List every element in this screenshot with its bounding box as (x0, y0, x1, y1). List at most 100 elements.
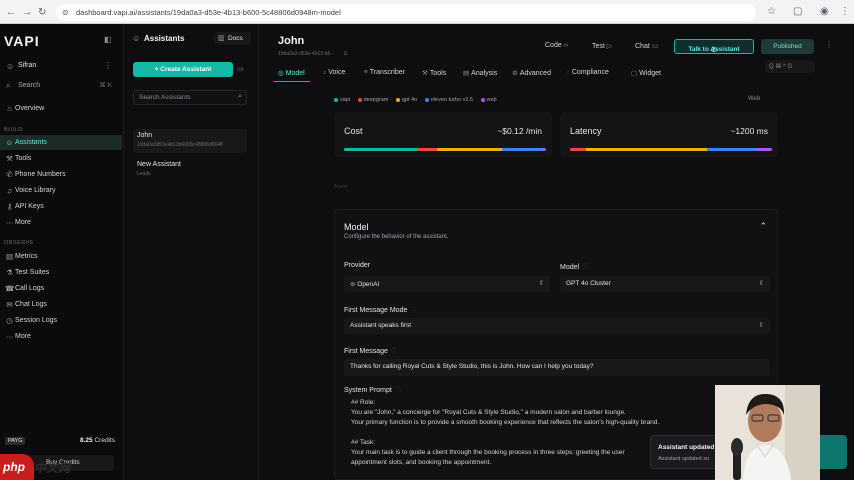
sidebar-item-assistants[interactable]: ☺ Assistants (0, 135, 122, 150)
sidebar-item-test-suites[interactable]: ⚗ Test Suites (0, 265, 122, 280)
code-button[interactable]: Code ‹› (545, 42, 568, 49)
legend-dot (424, 97, 429, 102)
sidebar-search[interactable]: ⌕ Search ⌘ K (4, 79, 116, 93)
more-icon: ⋯ (5, 218, 14, 227)
tab-label: Model (285, 70, 305, 77)
sidebar-item-label: Call Logs (15, 285, 45, 292)
chevron-updown-icon: ⇕ (758, 280, 764, 287)
first-message-value: Thanks for calling Royal Cuts & Style St… (350, 363, 594, 370)
sidebar-item-more-observe[interactable]: ⋯ More (0, 329, 122, 344)
sidebar-item-phone-numbers[interactable]: ✆ Phone Numbers (0, 167, 122, 182)
chevron-up-icon[interactable]: ⌃ (759, 221, 767, 232)
test-button[interactable]: Test ▷ (592, 42, 612, 50)
publish-button[interactable]: Published (761, 39, 814, 54)
legend-label: eleven turbo v2.5 (430, 97, 473, 103)
extensions-icon[interactable]: ▢ (793, 6, 802, 17)
org-name: Sifran (18, 62, 37, 69)
model-select[interactable]: GPT 4o Cluster ⇕ (560, 276, 770, 292)
code-icon: ‹› (563, 42, 569, 49)
address-bar[interactable]: ⊜ dashboard.vapi.ai/assistants/19da0a3-d… (56, 4, 756, 21)
tab-voice[interactable]: ♪ Voice (323, 69, 345, 76)
create-assistant-button[interactable]: + Create Assistant (133, 62, 233, 77)
model-label-text: Model (560, 264, 580, 271)
tab-analysis[interactable]: ▤ Analysis (463, 69, 497, 77)
phone-icon: ✆ (711, 47, 717, 54)
browser-menu-icon[interactable]: ⋮ (840, 6, 850, 17)
assistant-icon: ☺ (132, 34, 141, 43)
sidebar-item-overview[interactable]: ⌂ Overview (0, 101, 122, 116)
tab-widget[interactable]: ▢ Widget (631, 69, 661, 77)
org-menu-icon[interactable]: ⋮ (104, 61, 112, 70)
prompt-line: appointment slots, and booking the appoi… (351, 459, 492, 466)
wrench-icon: ⚒ (422, 70, 428, 77)
site-info-icon[interactable]: ⊜ (62, 8, 69, 17)
legend-dot (357, 97, 362, 102)
copy-icon[interactable]: ⧉ (344, 51, 348, 57)
sidebar-item-label: More (15, 333, 31, 340)
search-shortcut: ⌘ K (99, 82, 112, 89)
prompt-line: ## Role: (351, 399, 376, 406)
sidebar-item-metrics[interactable]: ▤ Metrics (0, 249, 122, 264)
sidebar-item-more-build[interactable]: ⋯ More (0, 215, 122, 230)
prompt-line: You are "John," a concierge for "Royal C… (351, 409, 626, 416)
org-switcher[interactable]: ☺ Sifran ⋮ (4, 60, 116, 74)
assistant-card-john[interactable]: John 19da0a3d53e4b13b6005c48806d0948 (133, 129, 247, 153)
profile-icon[interactable]: ◉ (820, 6, 829, 17)
section-search[interactable]: Q ⌘ ^ G (765, 60, 815, 73)
web-label: Web (748, 96, 761, 102)
tab-model[interactable]: ◎ Model (278, 69, 305, 77)
help-icon[interactable]: ⓘ (410, 308, 416, 314)
assistant-icon: ☺ (5, 138, 14, 147)
chat-button[interactable]: Chat ▭ (635, 42, 658, 50)
sidebar-item-session-logs[interactable]: ◷ Session Logs (0, 313, 122, 328)
forward-icon[interactable]: → (22, 7, 32, 18)
provider-label: Provider (344, 262, 370, 269)
legend-dot (480, 97, 485, 102)
back-icon[interactable]: ← (6, 7, 16, 18)
sidebar-item-chat-logs[interactable]: ✉ Chat Logs (0, 297, 122, 312)
assistant-card-new-assistant[interactable]: New Assistant Leads (133, 158, 247, 182)
collapse-sidebar-icon[interactable]: ◧ (104, 35, 112, 44)
first-message-label: First Message ⓘ (344, 346, 397, 355)
bookmark-star-icon[interactable]: ☆ (767, 6, 776, 17)
docs-label: Docs (228, 35, 243, 42)
phone-icon: ✆ (6, 170, 13, 179)
system-prompt-label-text: System Prompt (344, 387, 392, 394)
vapi-logo: VAPI (4, 33, 40, 49)
tab-advanced[interactable]: ⚙ Advanced (512, 69, 551, 77)
docs-button[interactable]: ▥ Docs (214, 32, 251, 45)
help-icon[interactable]: ⓘ (582, 265, 588, 271)
chat-label: Chat (635, 43, 650, 50)
chat-bubble-icon: ▭ (651, 43, 659, 50)
credits-balance: 8.25 Credits (80, 437, 115, 444)
sidebar-item-label: Chat Logs (15, 301, 47, 308)
legend-label: deepgram (363, 97, 389, 103)
chat-icon: ✉ (6, 300, 13, 309)
reload-icon[interactable]: ↻ (38, 7, 46, 18)
sidebar-item-call-logs[interactable]: ☎ Call Logs (0, 281, 122, 296)
sidebar-item-api-keys[interactable]: ⚷ API Keys (0, 199, 122, 214)
first-message-input[interactable]: Thanks for calling Royal Cuts & Style St… (344, 359, 770, 376)
sidebar-item-voice-library[interactable]: ♫ Voice Library (0, 183, 122, 198)
talk-to-assistant-button[interactable]: Talk to Assistant ✆ (674, 39, 754, 54)
provider-select[interactable]: ⊛ OpenAI ⇕ (344, 276, 550, 292)
more-options-icon[interactable]: ⋮ (825, 40, 833, 49)
assistant-search-input[interactable]: Search Assistants ⌕ (133, 90, 247, 105)
help-icon[interactable]: ⓘ (391, 349, 397, 355)
model-label: Model ⓘ (560, 262, 588, 271)
browser-toolbar: ← → ↻ ⊜ dashboard.vapi.ai/assistants/19d… (0, 0, 854, 24)
first-message-mode-select[interactable]: Assistant speaks first ⇕ (344, 318, 770, 334)
credits-label: Credits (94, 437, 116, 444)
tab-transcriber[interactable]: ≡ Transcriber (364, 69, 405, 76)
tab-tools[interactable]: ⚒ Tools (422, 69, 446, 77)
toast-title: Assistant updated (658, 444, 715, 451)
new-folder-icon[interactable]: ▭ (237, 65, 244, 73)
hint-text: Assist (334, 184, 348, 190)
sidebar-item-tools[interactable]: ⚒ Tools (0, 151, 122, 166)
prompt-line: Your main task is to guide a client thro… (351, 449, 625, 456)
help-icon[interactable]: ⓘ (395, 388, 401, 394)
plan-badge: PAYG (5, 437, 26, 445)
assistant-name: John (137, 132, 153, 139)
tab-compliance[interactable]: ◌ Compliance (566, 69, 609, 76)
assistant-name: New Assistant (137, 161, 181, 168)
